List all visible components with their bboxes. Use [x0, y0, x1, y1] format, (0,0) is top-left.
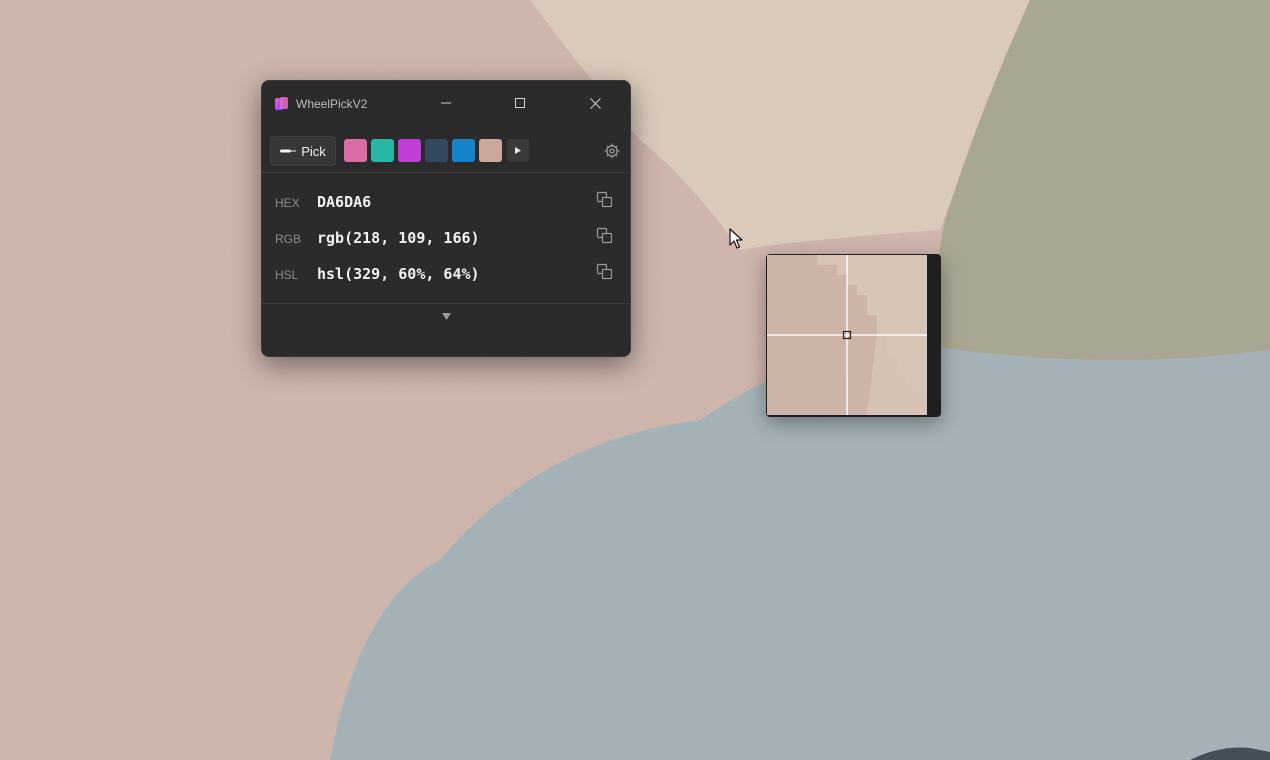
hex-row: HEX DA6DA6 [262, 185, 630, 221]
triangle-down-icon [441, 312, 451, 320]
minimize-button[interactable] [423, 89, 469, 117]
magnified-pixels [767, 255, 927, 415]
rgb-label: RGB [275, 232, 302, 246]
title-bar[interactable]: WheelPickV2 [262, 81, 630, 125]
arrow-cursor-icon [729, 228, 743, 249]
hsl-label: HSL [275, 268, 299, 282]
wheelpick-window: WheelPickV2 Pick HEX DA6DA6 RGB rgb(218,… [261, 80, 631, 357]
settings-button[interactable] [602, 141, 622, 161]
gear-icon [604, 143, 620, 159]
copy-icon[interactable] [596, 263, 614, 281]
magnifier-loupe [766, 254, 941, 417]
close-icon [589, 97, 601, 109]
maximize-button[interactable] [497, 89, 543, 117]
expand-button[interactable] [434, 308, 458, 324]
copy-icon[interactable] [596, 191, 614, 209]
maximize-icon [515, 98, 525, 108]
history-swatch[interactable] [452, 139, 475, 162]
play-arrow-icon [515, 147, 521, 154]
minimize-icon [441, 102, 451, 104]
eyedropper-icon [280, 149, 297, 153]
hsl-row: HSL hsl(329, 60%, 64%) [262, 257, 630, 293]
hsl-value[interactable]: hsl(329, 60%, 64%) [317, 265, 480, 283]
history-swatch[interactable] [479, 139, 502, 162]
hex-label: HEX [275, 196, 300, 210]
app-logo-icon [275, 97, 288, 110]
rgb-row: RGB rgb(218, 109, 166) [262, 221, 630, 257]
desktop-wallpaper [0, 0, 1270, 760]
pick-button[interactable]: Pick [270, 136, 336, 166]
window-title: WheelPickV2 [296, 97, 368, 111]
rgb-value[interactable]: rgb(218, 109, 166) [317, 229, 480, 247]
hex-value[interactable]: DA6DA6 [317, 193, 371, 211]
pick-label: Pick [301, 143, 326, 159]
more-history-button[interactable] [507, 139, 529, 162]
history-swatch[interactable] [371, 139, 394, 162]
history-swatch[interactable] [344, 139, 367, 162]
history-swatch[interactable] [398, 139, 421, 162]
toolbar: Pick [262, 125, 630, 173]
divider [262, 303, 630, 304]
history-swatch[interactable] [425, 139, 448, 162]
copy-icon[interactable] [596, 227, 614, 245]
close-button[interactable] [572, 89, 618, 117]
